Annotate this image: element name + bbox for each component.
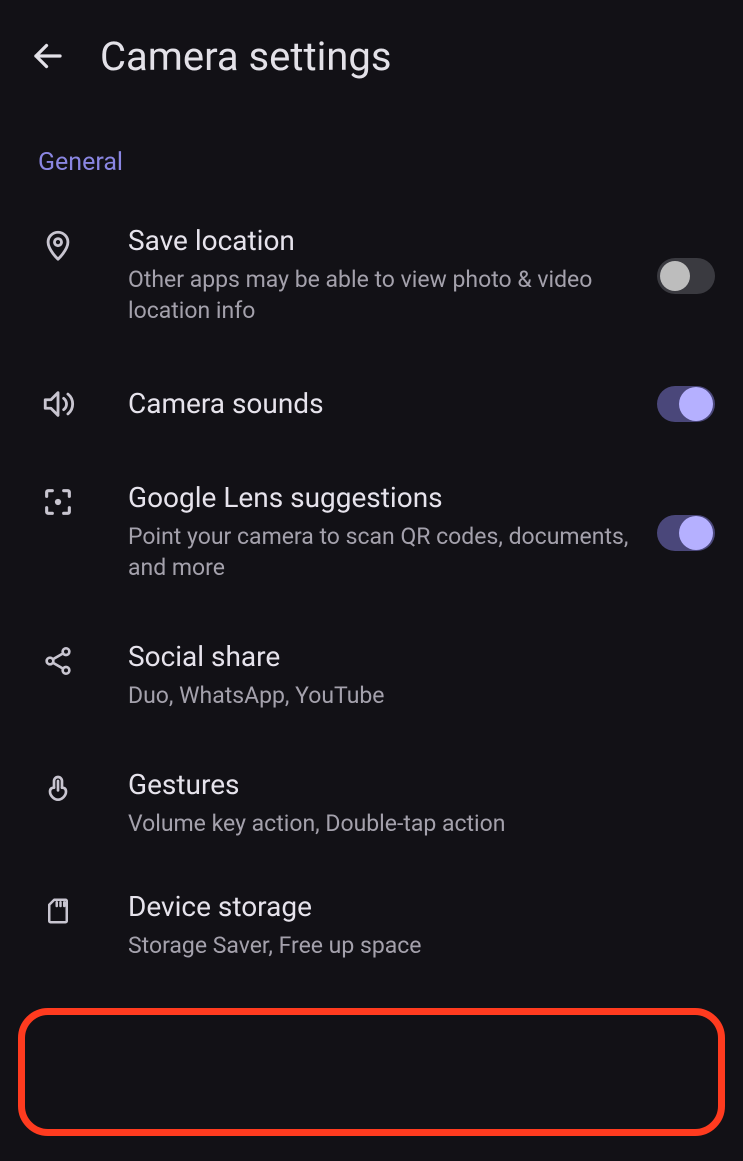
row-device-storage[interactable]: Device storage Storage Saver, Free up sp… [0, 859, 743, 981]
annotation-highlight [18, 1008, 725, 1136]
row-subtitle: Volume key action, Double-tap action [128, 808, 695, 839]
row-title: Google Lens suggestions [128, 480, 637, 515]
lens-scan-icon [38, 482, 78, 522]
arrow-left-icon [30, 38, 66, 74]
row-subtitle: Duo, WhatsApp, YouTube [128, 680, 695, 711]
toggle-google-lens[interactable] [657, 515, 715, 551]
row-title: Gestures [128, 767, 695, 802]
row-subtitle: Storage Saver, Free up space [128, 930, 695, 961]
row-title: Save location [128, 223, 637, 258]
section-label-general: General [0, 104, 743, 187]
touch-icon [38, 769, 78, 809]
row-title: Social share [128, 639, 695, 674]
toggle-knob [679, 516, 713, 550]
row-save-location[interactable]: Save location Other apps may be able to … [0, 187, 743, 346]
row-body: Gestures Volume key action, Double-tap a… [78, 767, 715, 839]
row-body: Google Lens suggestions Point your camer… [78, 480, 657, 583]
settings-screen: Camera settings General Save location Ot… [0, 0, 743, 1161]
row-body: Camera sounds [78, 386, 657, 421]
row-body: Social share Duo, WhatsApp, YouTube [78, 639, 715, 711]
speaker-icon [38, 384, 78, 424]
toggle-save-location[interactable] [657, 258, 715, 294]
row-social-share[interactable]: Social share Duo, WhatsApp, YouTube [0, 603, 743, 731]
back-button[interactable] [24, 32, 72, 80]
row-camera-sounds[interactable]: Camera sounds [0, 346, 743, 444]
sd-card-icon [38, 891, 78, 931]
row-subtitle: Other apps may be able to view photo & v… [128, 264, 637, 326]
toggle-knob [679, 387, 713, 421]
settings-list: Save location Other apps may be able to … [0, 187, 743, 981]
row-subtitle: Point your camera to scan QR codes, docu… [128, 521, 637, 583]
row-gestures[interactable]: Gestures Volume key action, Double-tap a… [0, 731, 743, 859]
page-title: Camera settings [100, 33, 391, 80]
share-icon [38, 641, 78, 681]
row-body: Save location Other apps may be able to … [78, 223, 657, 326]
row-body: Device storage Storage Saver, Free up sp… [78, 889, 715, 961]
location-pin-icon [38, 225, 78, 265]
row-title: Camera sounds [128, 386, 637, 421]
header: Camera settings [0, 0, 743, 104]
row-google-lens[interactable]: Google Lens suggestions Point your camer… [0, 444, 743, 603]
toggle-camera-sounds[interactable] [657, 386, 715, 422]
toggle-knob [660, 261, 690, 291]
row-title: Device storage [128, 889, 695, 924]
